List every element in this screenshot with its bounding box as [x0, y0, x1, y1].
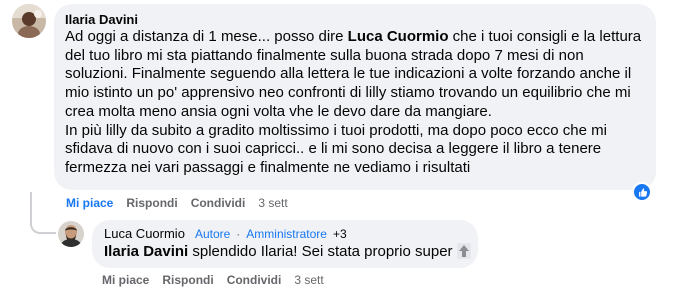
commenter-avatar[interactable]: [12, 4, 46, 38]
comment-text-segment: del tuo libro mi sta piattando finalment…: [65, 46, 584, 64]
comment-text-line: sfidava di nuovo con i suoi capricci.. e…: [65, 140, 651, 159]
badge-separator: ·: [236, 227, 241, 241]
comment-author[interactable]: Ilaria Davini: [65, 12, 138, 28]
author-badge[interactable]: Autore: [195, 227, 230, 241]
comment-text-segment: Ad oggi a distanza di 1 mese... posso di…: [65, 28, 348, 45]
comment-share-button[interactable]: Condividi: [191, 195, 246, 211]
comment-text-line: soluzioni. Finalmente seguendo alla lett…: [65, 65, 651, 84]
reply-bubble: Luca Cuormio Autore · Amministratore +3 …: [92, 220, 478, 268]
comment-mention[interactable]: Luca Cuormio: [348, 28, 449, 45]
comment-text-segment: che i tuoi consigli e la lettura: [448, 28, 642, 45]
reply-text: Ilaria Davini splendido Ilaria! Sei stat…: [104, 242, 471, 262]
comment-text-segment: crea molta meno ansia ogni volta vhe le …: [65, 102, 492, 120]
reply-timestamp[interactable]: 3 sett: [294, 272, 323, 288]
like-reaction-badge[interactable]: [632, 182, 652, 202]
reply-reply-button[interactable]: Rispondi: [162, 272, 213, 288]
like-thumb-icon: [638, 187, 647, 197]
comment-text-segment: sfidava di nuovo con i suoi capricci.. e…: [65, 140, 602, 158]
comment-bubble: Ilaria Davini Ad oggi a distanza di 1 me…: [54, 4, 656, 190]
comment-text-segment: mio istinto un po' apprensivo neo confro…: [65, 84, 631, 102]
user-photo-avatar-icon: [12, 4, 46, 38]
comment-actions: Mi piace Rispondi Condividi 3 sett: [66, 195, 288, 211]
comment-timestamp[interactable]: 3 sett: [258, 195, 287, 211]
reply-mention[interactable]: Ilaria Davini: [104, 243, 188, 260]
badge-count[interactable]: +3: [333, 227, 347, 241]
comment-text-line: In più lilly da subito a gradito moltiss…: [65, 122, 651, 141]
up-arrow-emoji-icon: [456, 243, 471, 259]
reply-share-button[interactable]: Condividi: [227, 272, 282, 288]
comment-text-line: del tuo libro mi sta piattando finalment…: [65, 47, 651, 66]
comment-reply-button[interactable]: Rispondi: [126, 195, 177, 211]
comment-text-line: crea molta meno ansia ogni volta vhe le …: [65, 103, 651, 122]
comment-text: Ad oggi a distanza di 1 mese... posso di…: [65, 28, 651, 178]
comment-like-button[interactable]: Mi piace: [66, 195, 113, 211]
reply-like-button[interactable]: Mi piace: [102, 272, 149, 288]
comment-text-segment: soluzioni. Finalmente seguendo alla lett…: [65, 65, 632, 83]
admin-badge[interactable]: Amministratore: [246, 227, 327, 241]
reply-avatar[interactable]: [58, 221, 84, 247]
comment-text-segment: fermezza nei vari passaggi e finalmente …: [65, 158, 471, 176]
comment-text-line: fermezza nei vari passaggi e finalmente …: [65, 159, 651, 178]
reply-message: splendido Ilaria! Sei stata proprio supe…: [188, 243, 453, 260]
reply-actions: Mi piace Rispondi Condividi 3 sett: [102, 272, 324, 288]
comment-text-line: mio istinto un po' apprensivo neo confro…: [65, 84, 651, 103]
thread-connector: [30, 192, 56, 234]
user-photo-avatar-icon: [58, 221, 84, 247]
comment-text-segment: In più lilly da subito a gradito moltiss…: [65, 121, 607, 139]
reply-author[interactable]: Luca Cuormio: [104, 226, 185, 242]
comment-text-line: Ad oggi a distanza di 1 mese... posso di…: [65, 28, 651, 47]
